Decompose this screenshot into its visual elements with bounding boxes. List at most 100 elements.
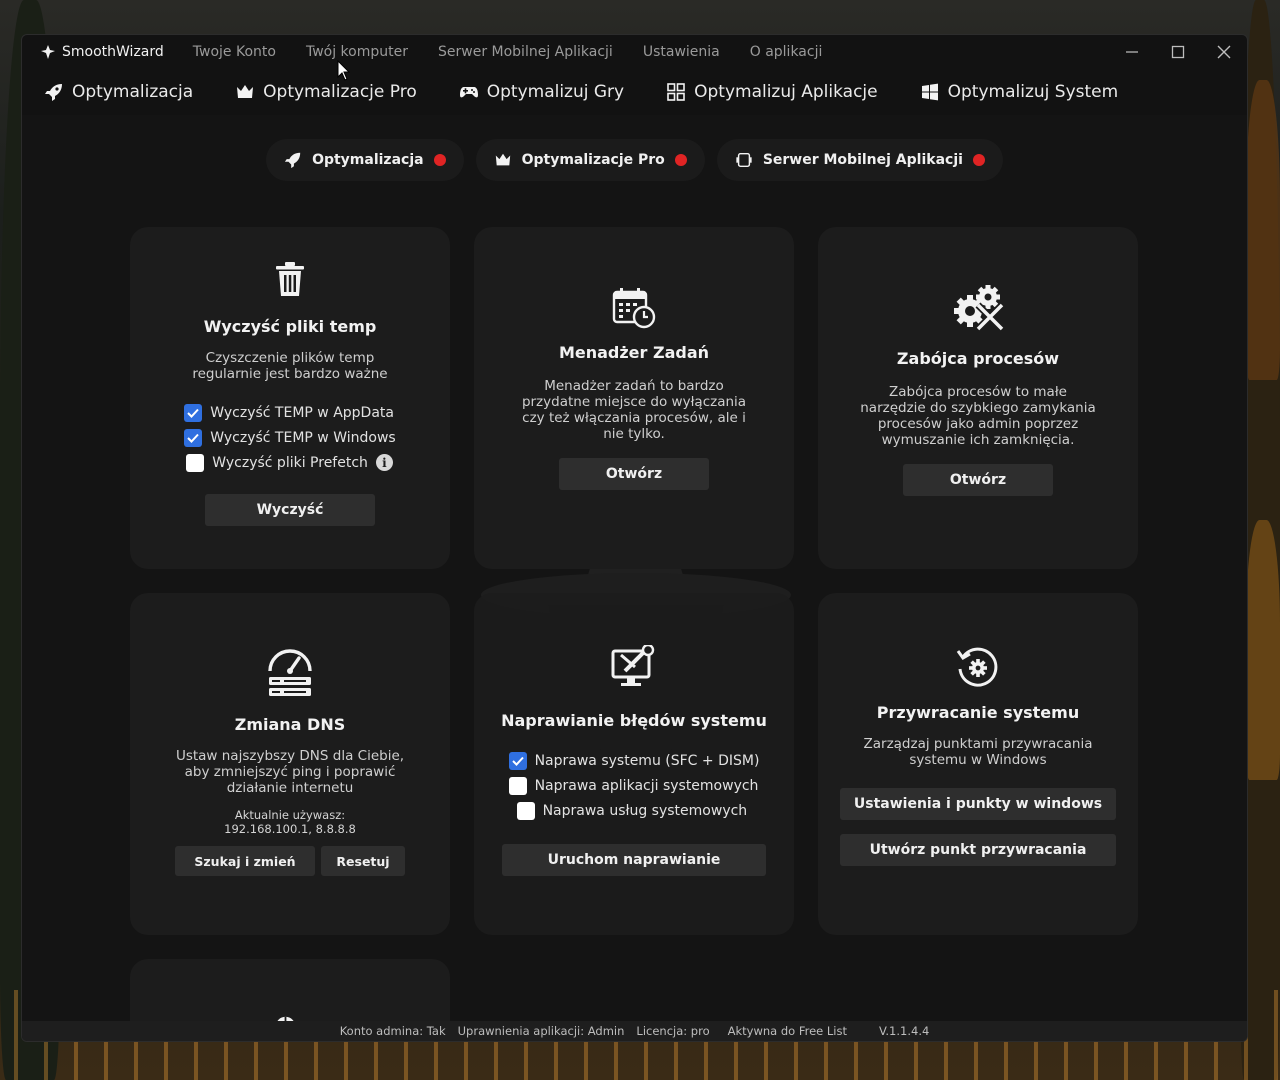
status-bar: Konto admina: Tak Uprawnienia aplikacji:… (22, 1021, 1247, 1041)
apps-grid-icon (667, 83, 685, 101)
trash-icon (276, 262, 304, 296)
nav-label: Optymalizacja (72, 82, 194, 102)
status-free-list: Aktywna do Free List (727, 1024, 848, 1038)
close-button[interactable] (1201, 35, 1247, 69)
menu-settings[interactable]: Ustawienia (628, 44, 735, 60)
card-description-line: wymuszanie ich zamknięcia. (881, 432, 1075, 448)
card-description-line: Zarządzaj punktami przywracania (863, 736, 1093, 752)
card-description-line: Czyszczenie plików temp (205, 350, 375, 366)
checkbox-checked[interactable] (184, 403, 203, 422)
dns-reset-button[interactable]: Resetuj (321, 846, 405, 876)
restore-gear-icon (956, 647, 998, 687)
pill-label: Serwer Mobilnej Aplikacji (762, 152, 963, 168)
option-temp-appdata[interactable]: Wyczyść TEMP w AppData (184, 400, 395, 425)
card-title: Zmiana DNS (234, 715, 346, 734)
crown-icon (495, 153, 510, 166)
menu-account[interactable]: Twoje Konto (178, 44, 291, 60)
nav-optymalizuj-gry[interactable]: Optymalizuj Gry (437, 82, 644, 102)
gears-cross-icon (954, 285, 1005, 332)
clean-button[interactable]: Wyczyść (205, 493, 375, 526)
nav-label: Optymalizuj System (947, 82, 1119, 102)
dns-current-value: 192.168.100.1, 8.8.8.8 (224, 822, 356, 836)
status-version: V.1.1.4.4 (879, 1024, 930, 1038)
speedometer-dns-icon (268, 649, 312, 696)
nav-label: Optymalizacje Pro (263, 82, 417, 102)
status-admin: Konto admina: Tak (339, 1024, 446, 1038)
pill-optymalizacja[interactable]: Optymalizacja (266, 139, 464, 181)
card-title: Menadżer Zadań (558, 343, 710, 362)
info-icon[interactable]: i (375, 454, 393, 471)
run-repair-button[interactable]: Uruchom naprawianie (502, 843, 766, 876)
card-description-line: Ustaw najszybszy DNS dla Ciebie, (175, 748, 405, 764)
gamepad-icon (459, 87, 478, 98)
option-system-services[interactable]: Naprawa usług systemowych (516, 798, 760, 823)
card-description-line: czy też włączania procesów, ale i (522, 410, 746, 426)
open-process-killer-button[interactable]: Otwórz (903, 464, 1053, 496)
restore-settings-button[interactable]: Ustawienia i punkty w windows (840, 788, 1116, 820)
option-label: Naprawa usług systemowych (542, 802, 748, 819)
checkbox-unchecked[interactable] (516, 801, 535, 820)
menu-about[interactable]: O aplikacji (735, 44, 838, 60)
app-brand-label: SmoothWizard (62, 44, 164, 60)
mouse-cursor-icon (337, 60, 351, 81)
card-dns: Zmiana DNS Ustaw najszybszy DNS dla Cieb… (130, 593, 450, 935)
main-nav: Optymalizacja Optymalizacje Pro Optymali… (22, 69, 1247, 115)
card-description-line: narzędzie do szybkiego zamykania (860, 400, 1096, 416)
rocket-icon (45, 84, 62, 101)
main-content: Optymalizacja Optymalizacje Pro Serwer M… (22, 115, 1247, 1041)
nav-label: Optymalizuj Gry (486, 82, 625, 102)
card-description-line: przydatne miejsce do wyłączania (521, 394, 747, 410)
card-description-line: działanie internetu (226, 780, 354, 796)
checkbox-unchecked[interactable] (186, 453, 205, 472)
card-process-killer: Zabójca procesów Zabójca procesów to mał… (818, 227, 1138, 569)
close-icon (1217, 45, 1231, 59)
card-task-manager: Menadżer Zadań Menadżer zadań to bardzo … (474, 227, 794, 569)
menu-computer[interactable]: Twój komputer (291, 44, 423, 60)
card-description-line: Zabójca procesów to małe (889, 384, 1067, 400)
option-temp-windows[interactable]: Wyczyść TEMP w Windows (184, 425, 396, 450)
server-icon (736, 152, 752, 168)
minimize-button[interactable] (1109, 35, 1155, 69)
option-label: Naprawa systemu (SFC + DISM) (534, 752, 760, 769)
card-description-line: Menadżer zadań to bardzo (544, 378, 724, 394)
option-prefetch[interactable]: Wyczyść pliki Prefetch i (186, 450, 395, 475)
card-description-line: nie tylko. (603, 426, 665, 442)
nav-label: Optymalizuj Aplikacje (694, 82, 878, 102)
status-dot (674, 154, 687, 166)
open-task-manager-button[interactable]: Otwórz (559, 458, 709, 490)
card-description-line: systemu w Windows (909, 752, 1047, 768)
option-label: Wyczyść pliki Prefetch (212, 454, 368, 471)
maximize-button[interactable] (1155, 35, 1201, 69)
checkbox-checked[interactable] (184, 428, 203, 447)
calendar-clock-icon (612, 288, 656, 329)
pill-label: Optymalizacje Pro (521, 152, 665, 168)
status-dot (972, 154, 985, 166)
check-icon (511, 756, 524, 766)
card-title: Wyczyść pliki temp (203, 317, 377, 336)
nav-optymalizuj-system[interactable]: Optymalizuj System (898, 82, 1139, 102)
menu-mobile-server[interactable]: Serwer Mobilnej Aplikacji (423, 44, 628, 60)
card-title: Naprawianie błędów systemu (501, 711, 767, 730)
create-restore-point-button[interactable]: Utwórz punkt przywracania (840, 834, 1116, 866)
dns-search-button[interactable]: Szukaj i zmień (175, 846, 315, 876)
card-description-line: regularnie jest bardzo ważne (192, 366, 388, 382)
pill-mobile-server[interactable]: Serwer Mobilnej Aplikacji (716, 139, 1003, 181)
app-window: SmoothWizard Twoje Konto Twój komputer S… (21, 34, 1248, 1042)
maximize-icon (1171, 45, 1185, 59)
app-brand[interactable]: SmoothWizard (40, 44, 164, 60)
nav-optymalizuj-aplikacje[interactable]: Optymalizuj Aplikacje (644, 82, 898, 102)
status-license: Licencja: pro (636, 1024, 710, 1038)
checkbox-checked[interactable] (508, 751, 527, 770)
window-controls (1109, 35, 1247, 69)
option-label: Naprawa aplikacji systemowych (534, 777, 759, 794)
pill-optymalizacje-pro[interactable]: Optymalizacje Pro (475, 139, 705, 181)
option-sfc-dism[interactable]: Naprawa systemu (SFC + DISM) (508, 748, 760, 773)
checkbox-unchecked[interactable] (508, 776, 527, 795)
nav-optymalizacja[interactable]: Optymalizacja (22, 82, 213, 102)
check-icon (187, 433, 200, 443)
pill-label: Optymalizacja (312, 152, 424, 168)
card-clean-temp: Wyczyść pliki temp Czyszczenie plików te… (130, 227, 450, 569)
nav-optymalizacje-pro[interactable]: Optymalizacje Pro (213, 82, 437, 102)
minimize-icon (1126, 51, 1138, 53)
option-system-apps[interactable]: Naprawa aplikacji systemowych (508, 773, 760, 798)
